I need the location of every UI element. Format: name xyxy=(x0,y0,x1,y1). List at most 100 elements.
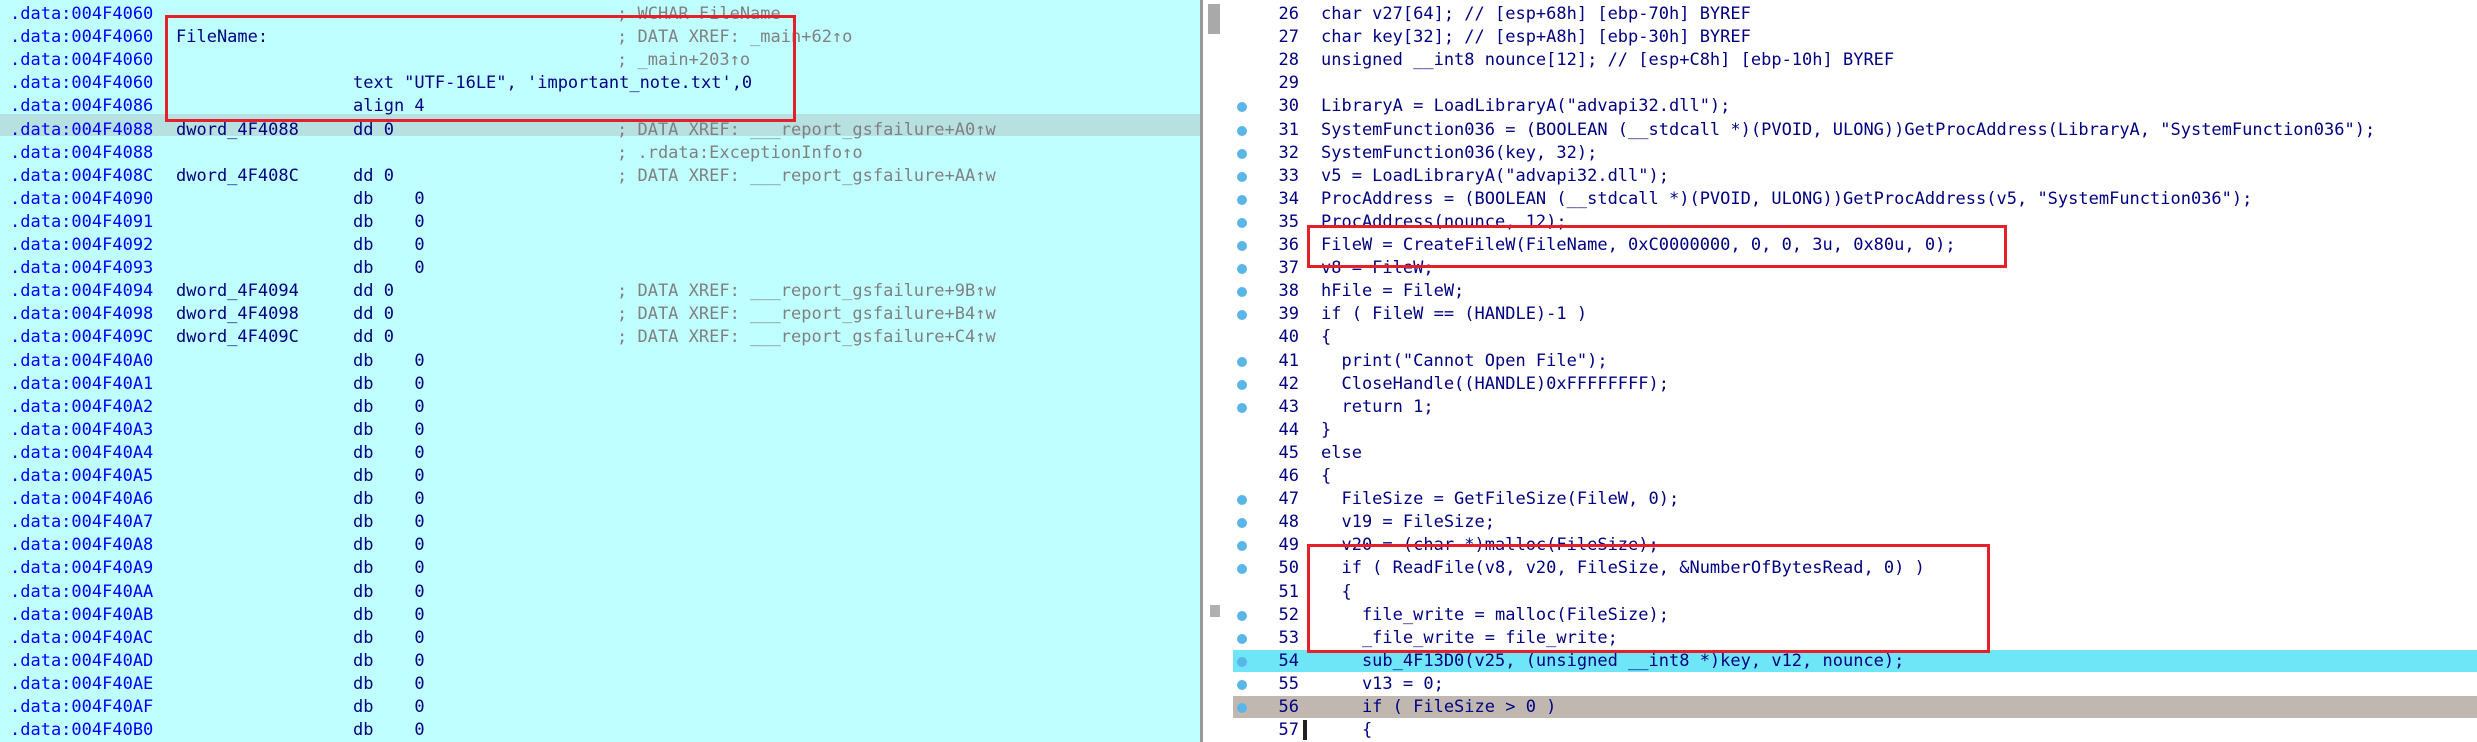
pseudocode-line[interactable]: 48 v19 = FileSize; xyxy=(1233,511,2477,533)
disasm-row[interactable]: .data:004F40AD db 0 xyxy=(0,650,1200,672)
pseudocode-line[interactable]: 38 hFile = FileW; xyxy=(1233,280,2477,302)
pseudocode-line[interactable]: 31 SystemFunction036 = (BOOLEAN (__stdcal… xyxy=(1233,119,2477,141)
breakpoint-dot-icon[interactable] xyxy=(1237,679,1247,690)
scrollbar-marker xyxy=(1210,605,1220,617)
breakpoint-dot-icon[interactable] xyxy=(1237,379,1247,390)
disasm-row[interactable]: .data:004F4091 db 0 xyxy=(0,211,1200,233)
disasm-row[interactable]: .data:004F4088 ; .rdata:ExceptionInfo↑o xyxy=(0,142,1200,164)
disasm-row[interactable]: .data:004F40B0 db 0 xyxy=(0,719,1200,741)
disasm-instruction: dd 0 xyxy=(353,327,394,348)
line-number: 32 xyxy=(1278,142,1299,163)
pseudocode-line[interactable]: 26 char v27[64]; // [esp+68h] [ebp-70h] B… xyxy=(1233,3,2477,25)
disasm-row[interactable]: .data:004F40AC db 0 xyxy=(0,627,1200,649)
line-number: 51 xyxy=(1278,581,1299,602)
disasm-row[interactable]: .data:004F4092 db 0 xyxy=(0,234,1200,256)
vertical-scrollbar[interactable] xyxy=(1203,0,1233,742)
disasm-row[interactable]: .data:004F40A9 db 0 xyxy=(0,557,1200,579)
disasm-address: .data:004F4088 xyxy=(10,119,154,140)
pseudocode-line[interactable]: 57 { xyxy=(1233,719,2477,741)
disasm-address: .data:004F408C xyxy=(10,165,154,186)
pseudocode-line[interactable]: 46 { xyxy=(1233,465,2477,487)
pseudocode-line[interactable]: 43 return 1; xyxy=(1233,396,2477,418)
disasm-row[interactable]: .data:004F40A7 db 0 xyxy=(0,511,1200,533)
pseudocode-line[interactable]: 29 xyxy=(1233,72,2477,94)
pseudocode-line[interactable]: 34 ProcAddress = (BOOLEAN (__stdcall *)(P… xyxy=(1233,188,2477,210)
disasm-row[interactable]: .data:004F4098 dword_4F4098 dd 0 ; DATA XRE… xyxy=(0,303,1200,325)
breakpoint-dot-icon[interactable] xyxy=(1237,217,1247,228)
breakpoint-dot-icon[interactable] xyxy=(1237,541,1247,552)
disasm-row[interactable]: .data:004F409C dword_4F409C dd 0 ; DATA XRE… xyxy=(0,326,1200,348)
disasm-address: .data:004F4088 xyxy=(10,142,154,163)
disasm-row[interactable]: .data:004F40AA db 0 xyxy=(0,581,1200,603)
pseudocode-line[interactable]: 40 { xyxy=(1233,326,2477,348)
breakpoint-dot-icon[interactable] xyxy=(1237,241,1247,251)
pseudocode-line[interactable]: 41 print("Cannot Open File"); xyxy=(1233,350,2477,372)
disasm-address: .data:004F4090 xyxy=(10,188,154,209)
disasm-row[interactable]: .data:004F4094 dword_4F4094 dd 0 ; DATA XRE… xyxy=(0,280,1200,302)
disasm-row[interactable]: .data:004F40A0 db 0 xyxy=(0,350,1200,372)
breakpoint-dot-icon[interactable] xyxy=(1237,518,1247,529)
line-number: 38 xyxy=(1278,281,1299,302)
pseudocode-line[interactable]: 55 v13 = 0; xyxy=(1233,673,2477,695)
breakpoint-dot-icon[interactable] xyxy=(1237,703,1247,713)
pseudocode-line[interactable]: 56 if ( FileSize > 0 ) xyxy=(1233,696,2477,718)
breakpoint-dot-icon[interactable] xyxy=(1237,610,1247,621)
disasm-row[interactable]: .data:004F40A5 db 0 xyxy=(0,465,1200,487)
code-text: v5 = LoadLibraryA("advapi32.dll"); xyxy=(1321,165,1669,186)
breakpoint-dot-icon[interactable] xyxy=(1237,402,1247,413)
pseudocode-line[interactable]: 42 CloseHandle((HANDLE)0xFFFFFFFF); xyxy=(1233,373,2477,395)
pseudocode-line[interactable]: 47 FileSize = GetFileSize(FileW, 0); xyxy=(1233,488,2477,510)
pseudocode-line[interactable]: 30 LibraryA = LoadLibraryA("advapi32.dll"… xyxy=(1233,95,2477,117)
disasm-row[interactable]: .data:004F40A1 db 0 xyxy=(0,373,1200,395)
disasm-label: dword_4F4094 xyxy=(176,281,299,302)
line-number: 49 xyxy=(1278,535,1299,556)
code-text: v19 = FileSize; xyxy=(1321,512,1495,533)
disasm-row[interactable]: .data:004F40AE db 0 xyxy=(0,673,1200,695)
disasm-row[interactable]: .data:004F40A8 db 0 xyxy=(0,534,1200,556)
disasm-instruction: db 0 xyxy=(353,211,425,232)
breakpoint-dot-icon[interactable] xyxy=(1237,633,1247,644)
breakpoint-dot-icon[interactable] xyxy=(1237,171,1247,182)
disasm-row[interactable]: .data:004F40A6 db 0 xyxy=(0,488,1200,510)
disasm-row[interactable]: .data:004F40AF db 0 xyxy=(0,696,1200,718)
scrollbar-thumb[interactable] xyxy=(1208,4,1220,34)
disasm-instruction: db 0 xyxy=(353,489,425,510)
breakpoint-dot-icon[interactable] xyxy=(1237,656,1247,667)
line-number: 27 xyxy=(1278,27,1299,48)
disasm-row[interactable]: .data:004F4090 db 0 xyxy=(0,188,1200,210)
line-number: 26 xyxy=(1278,4,1299,24)
pseudocode-line[interactable]: 33 v5 = LoadLibraryA("advapi32.dll"); xyxy=(1233,165,2477,187)
breakpoint-dot-icon[interactable] xyxy=(1237,194,1247,205)
disasm-row[interactable]: .data:004F408C dword_4F408C dd 0 ; DATA XRE… xyxy=(0,165,1200,187)
disasm-row[interactable]: .data:004F40A4 db 0 xyxy=(0,442,1200,464)
breakpoint-dot-icon[interactable] xyxy=(1237,148,1247,159)
breakpoint-dot-icon[interactable] xyxy=(1237,102,1247,113)
pseudocode-line[interactable]: 27 char key[32]; // [esp+A8h] [ebp-30h] B… xyxy=(1233,26,2477,48)
breakpoint-dot-icon[interactable] xyxy=(1237,125,1247,136)
breakpoint-dot-icon[interactable] xyxy=(1237,264,1247,275)
disasm-row[interactable]: .data:004F40A3 db 0 xyxy=(0,419,1200,441)
breakpoint-dot-icon[interactable] xyxy=(1237,287,1247,298)
disasm-instruction: db 0 xyxy=(353,188,425,209)
breakpoint-dot-icon[interactable] xyxy=(1237,356,1247,367)
pseudocode-line[interactable]: 45 else xyxy=(1233,442,2477,464)
disasm-instruction: dd 0 xyxy=(353,304,394,325)
line-number: 36 xyxy=(1278,235,1299,255)
disasm-instruction: db 0 xyxy=(353,720,425,741)
code-text: sub_4F13D0(v25, (unsigned __int8 *)key, … xyxy=(1321,650,1905,671)
line-number: 57 xyxy=(1278,720,1299,741)
disasm-address: .data:004F40A2 xyxy=(10,396,154,417)
pseudocode-line[interactable]: 44} xyxy=(1233,419,2477,441)
disasm-row[interactable]: .data:004F4093 db 0 xyxy=(0,257,1200,279)
pseudocode-line[interactable]: 39 if ( FileW == (HANDLE)-1 ) xyxy=(1233,303,2477,325)
disasm-address: .data:004F4091 xyxy=(10,211,154,232)
line-number: 33 xyxy=(1278,165,1299,186)
pseudocode-line[interactable]: 28 unsigned __int8 nounce[12]; // [esp+C8… xyxy=(1233,49,2477,71)
disasm-row[interactable]: .data:004F40AB db 0 xyxy=(0,604,1200,626)
breakpoint-dot-icon[interactable] xyxy=(1237,495,1247,506)
disasm-row[interactable]: .data:004F40A2 db 0 xyxy=(0,396,1200,418)
pseudocode-line[interactable]: 32 SystemFunction036(key, 32); xyxy=(1233,142,2477,164)
pseudocode-line[interactable]: 54 sub_4F13D0(v25, (unsigned __int8 *)ke… xyxy=(1233,649,2477,672)
breakpoint-dot-icon[interactable] xyxy=(1237,310,1247,321)
breakpoint-dot-icon[interactable] xyxy=(1237,564,1247,575)
